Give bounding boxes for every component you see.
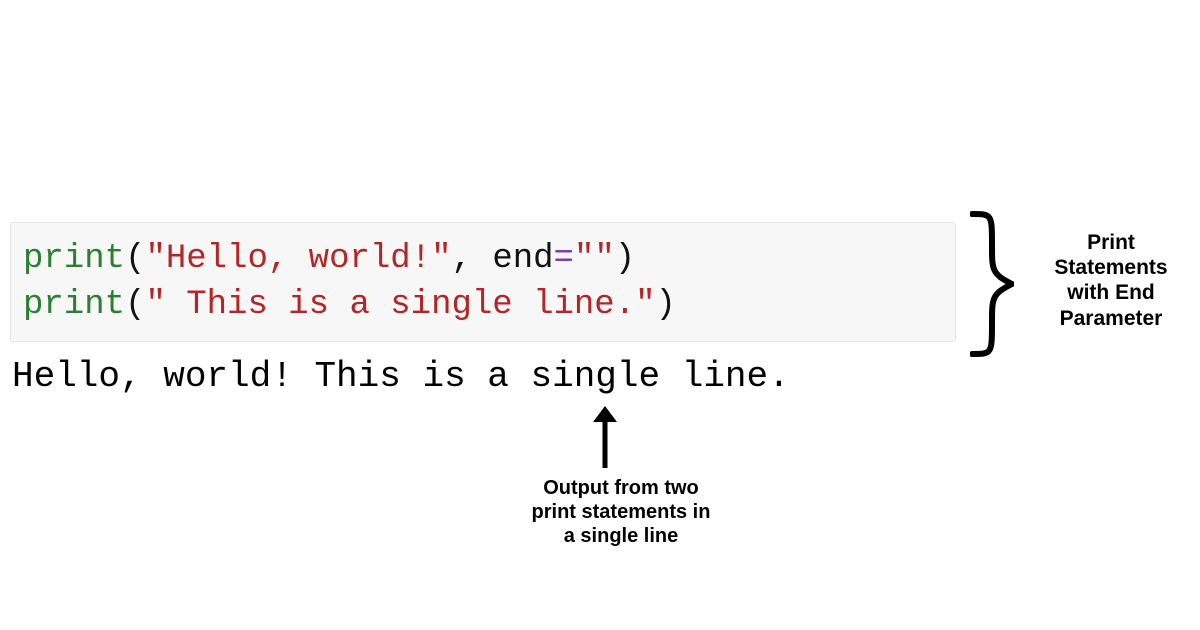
code-paren-close: )	[656, 286, 676, 324]
code-sep: ,	[452, 240, 493, 278]
arrow-annotation-label: Output from two print statements in a si…	[526, 476, 716, 548]
code-equals: =	[554, 240, 574, 278]
code-fn: print	[23, 286, 125, 324]
up-arrow-icon	[590, 406, 620, 470]
code-paren-open: (	[125, 240, 145, 278]
code-paren-open: (	[125, 286, 145, 324]
brace-annotation-label: Print Statements with End Parameter	[1036, 230, 1186, 331]
code-string: " This is a single line."	[145, 286, 655, 324]
code-block: print("Hello, world!", end="") print(" T…	[10, 222, 956, 342]
code-string: ""	[574, 240, 615, 278]
code-fn: print	[23, 240, 125, 278]
code-paren-close: )	[615, 240, 635, 278]
code-kwarg: end	[492, 240, 553, 278]
program-output: Hello, world! This is a single line.	[12, 356, 790, 397]
code-string: "Hello, world!"	[145, 240, 451, 278]
curly-brace-icon	[970, 208, 1014, 360]
